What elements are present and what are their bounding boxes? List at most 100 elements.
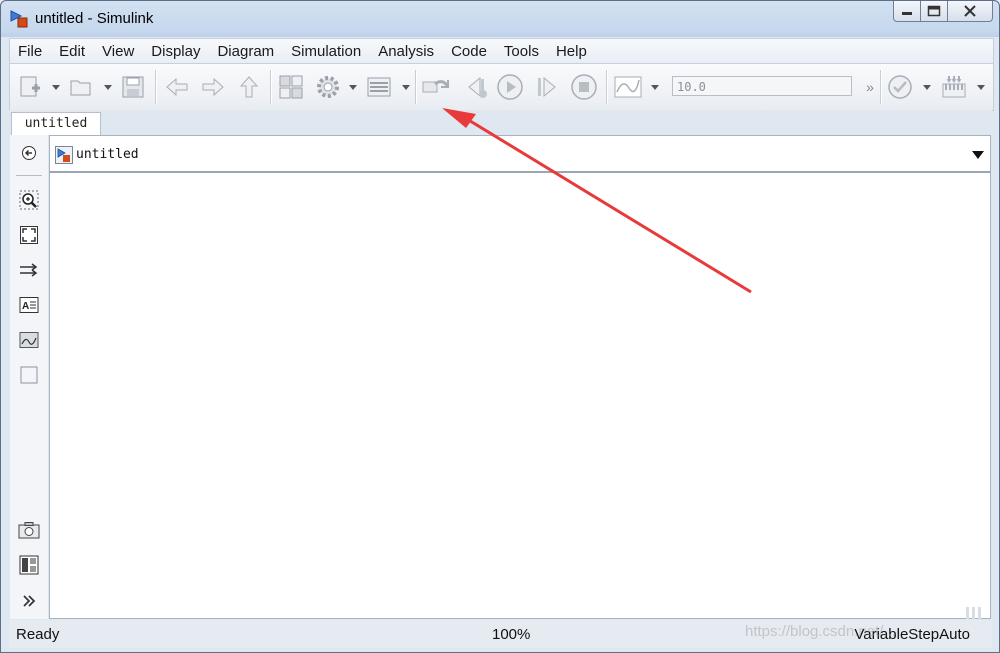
menu-view[interactable]: View bbox=[94, 43, 142, 60]
save-button[interactable] bbox=[118, 72, 148, 102]
address-path: untitled bbox=[76, 147, 139, 162]
window-controls bbox=[893, 1, 993, 23]
model-advisor-icon bbox=[888, 75, 912, 99]
library-browser-button[interactable] bbox=[276, 72, 306, 102]
model-canvas[interactable] bbox=[49, 173, 991, 619]
menu-edit[interactable]: Edit bbox=[51, 43, 93, 60]
menu-help[interactable]: Help bbox=[548, 43, 595, 60]
new-dropdown-arrow[interactable] bbox=[52, 85, 60, 90]
minimize-button[interactable] bbox=[893, 1, 921, 22]
inspector-dropdown-arrow[interactable] bbox=[651, 85, 659, 90]
menu-diagram[interactable]: Diagram bbox=[209, 43, 282, 60]
save-icon bbox=[122, 76, 144, 98]
model-tab-strip: untitled bbox=[9, 110, 992, 135]
forward-button[interactable] bbox=[198, 72, 228, 102]
model-config-gear-icon bbox=[317, 76, 339, 98]
expand-palette-button[interactable] bbox=[18, 590, 40, 612]
open-icon bbox=[70, 80, 91, 96]
toolbar-separator bbox=[270, 70, 272, 104]
image-button[interactable] bbox=[18, 329, 40, 351]
toolbar-separator bbox=[155, 70, 157, 104]
watermark-text: https://blog.csdn.net/... bbox=[745, 623, 896, 640]
up-arrow-icon bbox=[239, 76, 259, 98]
tab-untitled[interactable]: untitled bbox=[11, 112, 101, 135]
navigate-back-icon bbox=[22, 146, 36, 160]
data-inspector-button[interactable] bbox=[612, 72, 644, 102]
simulink-model-icon bbox=[55, 146, 73, 164]
window-title: untitled - Simulink bbox=[35, 10, 154, 27]
zoom-icon bbox=[19, 190, 39, 210]
back-arrow-icon bbox=[166, 77, 188, 97]
build-dropdown-arrow[interactable] bbox=[977, 85, 985, 90]
model-config-button[interactable] bbox=[313, 72, 343, 102]
build-button[interactable] bbox=[939, 72, 969, 102]
step-forward-button[interactable] bbox=[531, 72, 561, 102]
left-palette: A bbox=[10, 135, 48, 619]
model-advisor-button[interactable] bbox=[885, 72, 915, 102]
screenshot-button[interactable] bbox=[18, 519, 40, 541]
library-browser-icon bbox=[279, 75, 303, 99]
fit-to-view-button[interactable] bbox=[18, 224, 40, 246]
simulink-app-icon bbox=[10, 10, 28, 28]
model-explorer-icon bbox=[367, 77, 391, 97]
palette-separator bbox=[16, 175, 42, 176]
close-icon bbox=[964, 5, 976, 17]
menu-display[interactable]: Display bbox=[143, 43, 208, 60]
signal-button[interactable] bbox=[18, 259, 40, 281]
property-inspector-icon bbox=[19, 555, 39, 575]
menu-file[interactable]: File bbox=[10, 43, 50, 60]
advisor-dropdown-arrow[interactable] bbox=[923, 85, 931, 90]
step-forward-icon bbox=[538, 76, 556, 98]
fit-to-view-icon bbox=[20, 226, 38, 244]
simulink-window: untitled - Simulink File Edit View Displ… bbox=[0, 0, 1000, 653]
toolbar-separator bbox=[606, 70, 608, 104]
maximize-icon bbox=[927, 5, 941, 17]
expand-icon bbox=[23, 595, 36, 607]
step-back-icon bbox=[468, 76, 487, 98]
maximize-button[interactable] bbox=[921, 1, 948, 22]
menu-bar: File Edit View Display Diagram Simulatio… bbox=[9, 38, 994, 63]
status-zoom: 100% bbox=[492, 626, 531, 643]
stop-time-input[interactable]: 10.0 bbox=[672, 76, 852, 96]
minimize-icon bbox=[902, 12, 912, 15]
step-back-button[interactable] bbox=[462, 72, 492, 102]
up-button[interactable] bbox=[234, 72, 264, 102]
menu-tools[interactable]: Tools bbox=[496, 43, 547, 60]
open-button[interactable] bbox=[66, 72, 96, 102]
svg-text:A: A bbox=[22, 301, 29, 312]
back-button[interactable] bbox=[162, 72, 192, 102]
model-explorer-button[interactable] bbox=[364, 72, 394, 102]
screenshot-icon bbox=[18, 522, 40, 539]
stop-button[interactable] bbox=[569, 72, 599, 102]
status-ready: Ready bbox=[16, 626, 60, 643]
toolbar-separator bbox=[415, 70, 417, 104]
update-diagram-button[interactable] bbox=[420, 72, 452, 102]
menu-analysis[interactable]: Analysis bbox=[370, 43, 442, 60]
close-button[interactable] bbox=[948, 1, 993, 22]
area-button[interactable] bbox=[18, 364, 40, 386]
toolbar: 10.0 » bbox=[9, 63, 994, 111]
scrollbar-grip[interactable] bbox=[966, 606, 990, 620]
address-dropdown-arrow[interactable] bbox=[972, 151, 984, 159]
property-inspector-button[interactable] bbox=[18, 554, 40, 576]
toolbar-overflow-chevron[interactable]: » bbox=[862, 72, 878, 102]
model-browser-address-bar[interactable]: untitled bbox=[49, 135, 991, 173]
update-diagram-icon bbox=[422, 80, 450, 93]
toolbar-separator bbox=[880, 70, 882, 104]
menu-simulation[interactable]: Simulation bbox=[283, 43, 369, 60]
run-button[interactable] bbox=[495, 72, 525, 102]
annotation-button[interactable]: A bbox=[18, 294, 40, 316]
open-dropdown-arrow[interactable] bbox=[104, 85, 112, 90]
zoom-button[interactable] bbox=[18, 189, 40, 211]
explorer-dropdown-arrow[interactable] bbox=[402, 85, 410, 90]
new-model-button[interactable] bbox=[16, 72, 46, 102]
menu-code[interactable]: Code bbox=[443, 43, 495, 60]
signal-icon bbox=[20, 263, 38, 277]
new-model-icon bbox=[20, 76, 40, 97]
data-inspector-icon bbox=[614, 76, 642, 98]
config-dropdown-arrow[interactable] bbox=[349, 85, 357, 90]
title-bar: untitled - Simulink bbox=[1, 1, 999, 36]
stop-icon bbox=[571, 74, 597, 100]
forward-arrow-icon bbox=[202, 77, 224, 97]
navigate-back-button[interactable] bbox=[18, 142, 40, 164]
